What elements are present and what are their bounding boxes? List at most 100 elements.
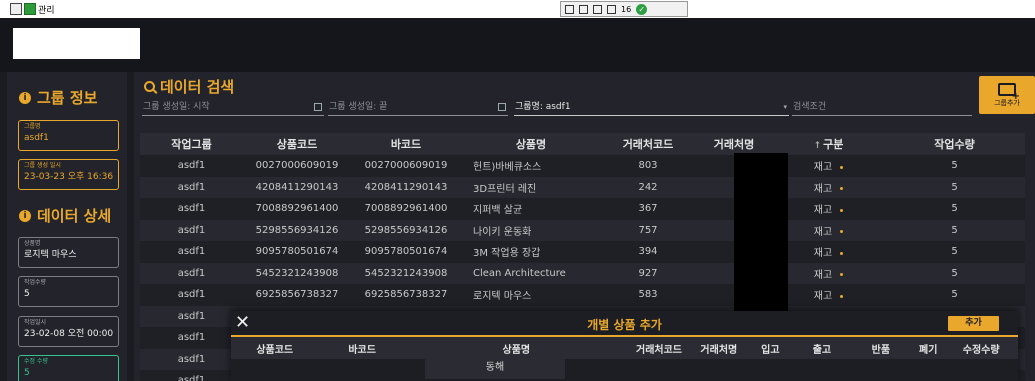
cell-vendor-code-text: 583 xyxy=(638,289,658,301)
table-row[interactable]: asdf1 0027000609019 0027000609019 헌트)바베큐소스 8… xyxy=(140,155,1025,177)
group-created-value: 23-03-23 오후 16:36 xyxy=(24,172,114,182)
col-work-qty[interactable]: 작업수량 xyxy=(884,136,1025,152)
tray-check-icon[interactable]: ✓ xyxy=(636,3,648,15)
search-icon xyxy=(144,81,155,92)
product-name-field[interactable]: 상품명 로지텍 마우스 xyxy=(18,237,119,268)
group-created-label: 그룹 생성 일시 xyxy=(24,162,61,169)
cell-product-name: 로지텍 마우스 xyxy=(461,287,601,302)
cell-work-group-text: asdf1 xyxy=(177,289,206,301)
dcol-barcode: 바코드 xyxy=(348,344,376,356)
status-dot-icon xyxy=(840,273,844,277)
cell-type: 재고 xyxy=(773,158,884,173)
status-dot-icon xyxy=(840,230,844,234)
tray-window-icon[interactable] xyxy=(579,4,588,14)
cell-work-group-text: asdf1 xyxy=(177,353,206,365)
cell-vendor-code: 757 xyxy=(601,225,695,236)
table-row[interactable]: asdf1 4208411290143 4208411290143 3D프린터 레진 2… xyxy=(140,176,1025,198)
cell-vendor-code: 367 xyxy=(601,203,695,214)
cell-work-group-text: asdf1 xyxy=(177,203,206,215)
cell-product-name-text: Clean Architecture xyxy=(473,267,566,279)
table-row[interactable]: asdf1 6925856738327 6925856738327 로지텍 마우스 58… xyxy=(140,284,1025,306)
tray-network-icon[interactable] xyxy=(607,4,616,14)
cell-work-group-text: asdf1 xyxy=(177,246,206,258)
dialog-add-button[interactable]: 추가 xyxy=(948,316,999,331)
cell-type: 재고 xyxy=(773,244,884,259)
cell-product-code-text: 0027000609019 xyxy=(255,160,339,172)
table-row[interactable]: asdf1 5298556934126 5298556934126 나이키 운동화 75… xyxy=(140,219,1025,241)
tray-monitor-icon[interactable] xyxy=(565,4,574,14)
cell-work-qty-text: 5 xyxy=(951,246,958,258)
cell-work-group: asdf1 xyxy=(140,246,243,257)
cell-product-code: 5298556934126 xyxy=(243,225,351,236)
cell-type: 재고 xyxy=(773,180,884,195)
cell-barcode-text: 7008892961400 xyxy=(364,203,448,215)
cell-product-name: 지퍼백 살균 xyxy=(461,201,601,216)
cell-product-name: Clean Architecture xyxy=(461,268,601,279)
dcol-edit-qty: 수정수량 xyxy=(962,344,1000,356)
dcol-product-code: 상품코드 xyxy=(256,344,294,356)
cell-work-group-text: asdf1 xyxy=(177,375,206,381)
col-product-code[interactable]: 상품코드 xyxy=(243,136,351,152)
product-name-label: 상품명 xyxy=(24,240,41,247)
cell-work-qty-text: 5 xyxy=(951,181,958,193)
tray-screen-icon[interactable] xyxy=(593,4,602,14)
cell-product-code: 4208411290143 xyxy=(243,182,351,193)
calendar-icon[interactable] xyxy=(314,103,322,111)
window-title-text: 관리 xyxy=(38,5,55,16)
group-name-field[interactable]: 그룹명 asdf1 xyxy=(18,120,119,151)
os-window-title: 관리 xyxy=(10,2,55,16)
col-work-group[interactable]: 작업그룹 xyxy=(140,136,243,152)
cell-product-name-text: 3M 작업용 장갑 xyxy=(473,248,541,260)
cell-type-text: 재고 xyxy=(813,205,833,217)
col-barcode[interactable]: 바코드 xyxy=(351,136,461,152)
filter-group-select[interactable]: 그룹명: asdf1 ▾ xyxy=(514,99,789,116)
cell-vendor-code-text: 242 xyxy=(638,181,658,193)
cell-product-code-text: 5298556934126 xyxy=(255,224,339,236)
work-qty-field[interactable]: 작업수량 5 xyxy=(18,276,119,307)
col-vendor-name[interactable]: 거래처명 xyxy=(695,136,773,152)
table-row[interactable]: asdf1 9095780501674 9095780501674 3M 작업용 장갑… xyxy=(140,241,1025,263)
cell-product-code-text: 5452321243908 xyxy=(255,267,339,279)
cell-product-code: 6925856738327 xyxy=(243,289,351,300)
cell-barcode: 5452321243908 xyxy=(351,268,461,279)
dcol-vendor-name: 거래처명 xyxy=(700,344,738,356)
cell-product-name-text: 헌트)바베큐소스 xyxy=(473,162,542,174)
group-created-field[interactable]: 그룹 생성 일시 23-03-23 오후 16:36 xyxy=(18,159,119,190)
dcol-return: 반품 xyxy=(871,344,891,356)
cell-work-group: asdf1 xyxy=(140,332,243,343)
cell-product-name: 3D프린터 레진 xyxy=(461,180,601,195)
group-name-value: asdf1 xyxy=(24,133,49,143)
dialog-cell-product-name[interactable]: 동해 xyxy=(425,359,565,379)
cell-barcode: 5298556934126 xyxy=(351,225,461,236)
cell-barcode-text: 5298556934126 xyxy=(364,224,448,236)
cell-product-code-text: 9095780501674 xyxy=(255,246,339,258)
cell-work-group: asdf1 xyxy=(140,375,243,381)
calendar-icon[interactable] xyxy=(498,103,506,111)
cell-product-code: 7008892961400 xyxy=(243,203,351,214)
dialog-row[interactable]: 동해 xyxy=(231,359,1018,379)
add-group-button[interactable]: 그룹추가 xyxy=(979,76,1035,114)
data-detail-title: i 데이터 상세 xyxy=(19,205,111,226)
filter-end-date[interactable]: 그룹 생성일: 끝 xyxy=(328,99,508,116)
filter-condition-input[interactable]: 검색조건 xyxy=(792,99,972,116)
cell-product-name-text: 로지텍 마우스 xyxy=(473,291,532,303)
edit-qty-field[interactable]: 수정 수량 5 xyxy=(18,355,119,381)
work-date-label: 작업일시 xyxy=(24,319,47,326)
table-row[interactable]: asdf1 7008892961400 7008892961400 지퍼백 살균 367… xyxy=(140,198,1025,220)
cell-vendor-code-text: 367 xyxy=(638,203,658,215)
cell-vendor-code-text: 803 xyxy=(638,160,658,172)
col-product-name[interactable]: 상품명 xyxy=(461,136,601,152)
cell-type-text: 재고 xyxy=(813,269,833,281)
col-type[interactable]: ↑ 구분 xyxy=(773,136,884,152)
cell-barcode: 9095780501674 xyxy=(351,246,461,257)
chevron-down-icon[interactable]: ▾ xyxy=(783,99,787,115)
work-date-value: 23-02-08 오전 00:00 xyxy=(24,329,114,339)
col-vendor-code[interactable]: 거래처코드 xyxy=(601,136,695,152)
filter-start-date[interactable]: 그룹 생성일: 시작 xyxy=(142,99,324,116)
work-date-field[interactable]: 작업일시 23-02-08 오전 00:00 xyxy=(18,316,119,347)
cell-work-qty: 5 xyxy=(884,246,1025,257)
cell-work-qty-text: 5 xyxy=(951,289,958,301)
filter-condition-label: 검색조건 xyxy=(793,102,827,112)
tray-badge[interactable]: 16 xyxy=(621,5,631,14)
table-row[interactable]: asdf1 5452321243908 5452321243908 Clean Arc… xyxy=(140,262,1025,284)
